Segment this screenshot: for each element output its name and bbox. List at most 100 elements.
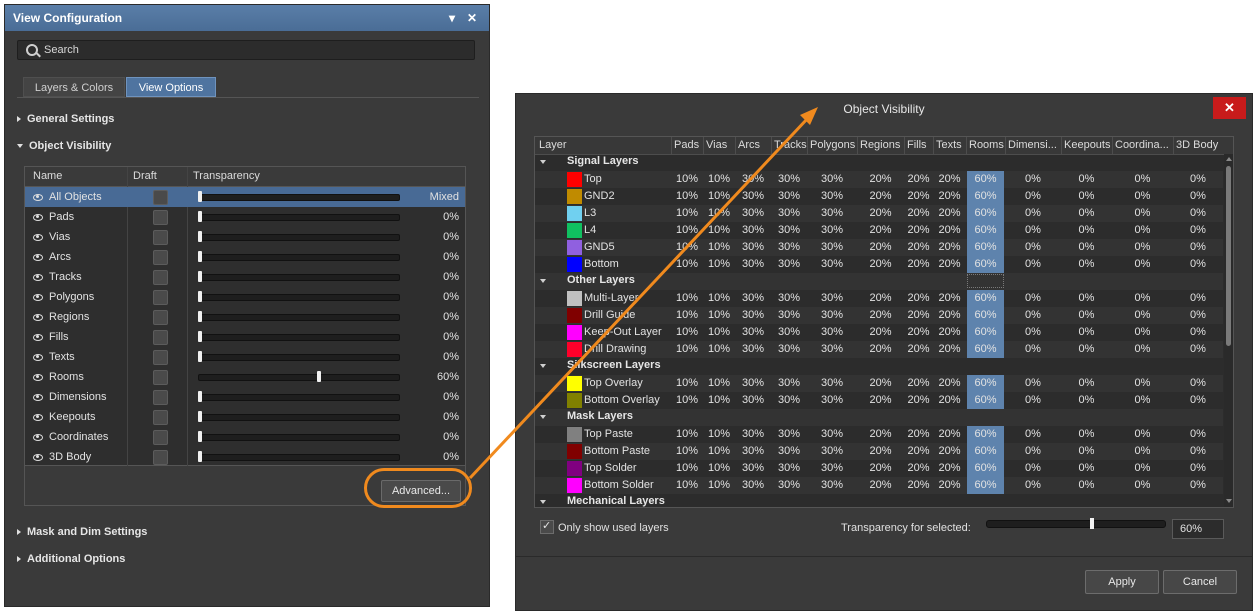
- transparency-cell[interactable]: 0%: [1061, 343, 1112, 355]
- object-row[interactable]: Dimensions 0%: [25, 387, 465, 407]
- layer-row[interactable]: Top Overlay 10% 10% 30% 30% 30% 20% 20% 20% 60% 0%…: [535, 375, 1223, 392]
- eye-icon[interactable]: [33, 414, 43, 421]
- transparency-cell[interactable]: 20%: [933, 394, 966, 406]
- layer-color-swatch[interactable]: [567, 461, 582, 476]
- layer-row[interactable]: Top Paste 10% 10% 30% 30% 30% 20% 20% 20% 60% 0% 0%…: [535, 426, 1223, 443]
- transparency-cell[interactable]: 30%: [771, 445, 807, 457]
- layer-group-row[interactable]: Mask Layers: [535, 409, 1223, 426]
- transparency-cell[interactable]: 0%: [1005, 309, 1061, 321]
- layer-color-swatch[interactable]: [567, 376, 582, 391]
- layer-row[interactable]: Multi-Layer 10% 10% 30% 30% 30% 20% 20% 20% 60% 0%…: [535, 290, 1223, 307]
- transparency-cell[interactable]: 30%: [735, 241, 771, 253]
- transparency-cell[interactable]: 30%: [807, 309, 857, 321]
- transparency-cell[interactable]: 60%: [966, 224, 1005, 236]
- layer-color-swatch[interactable]: [567, 240, 582, 255]
- transparency-cell[interactable]: 60%: [966, 377, 1005, 389]
- transparency-cell[interactable]: 30%: [807, 462, 857, 474]
- transparency-slider[interactable]: [198, 354, 400, 361]
- transparency-cell[interactable]: 0%: [1005, 292, 1061, 304]
- collapse-arrow-icon[interactable]: [540, 415, 546, 419]
- object-row[interactable]: Regions 0%: [25, 307, 465, 327]
- layer-color-swatch[interactable]: [567, 478, 582, 493]
- transparency-cell[interactable]: 0%: [1061, 241, 1112, 253]
- transparency-cell[interactable]: 10%: [671, 394, 703, 406]
- column-header[interactable]: Tracks: [774, 139, 807, 151]
- collapse-arrow-icon[interactable]: [540, 364, 546, 368]
- transparency-cell[interactable]: 30%: [735, 258, 771, 270]
- object-row[interactable]: Pads 0%: [25, 207, 465, 227]
- transparency-slider[interactable]: [198, 214, 400, 221]
- transparency-cell[interactable]: 0%: [1005, 326, 1061, 338]
- layer-row[interactable]: GND2 10% 10% 30% 30% 30% 20% 20% 20% 60% 0% 0% 0% 0%: [535, 188, 1223, 205]
- transparency-cell[interactable]: 0%: [1173, 224, 1223, 236]
- transparency-cell[interactable]: 20%: [857, 292, 904, 304]
- panel-menu-icon[interactable]: ▾: [449, 5, 455, 31]
- layer-color-swatch[interactable]: [567, 427, 582, 442]
- transparency-cell[interactable]: 20%: [857, 258, 904, 270]
- object-row[interactable]: Arcs 0%: [25, 247, 465, 267]
- transparency-cell[interactable]: 10%: [671, 309, 703, 321]
- layer-row[interactable]: L4 10% 10% 30% 30% 30% 20% 20% 20% 60% 0% 0% 0% 0%: [535, 222, 1223, 239]
- transparency-slider[interactable]: [198, 414, 400, 421]
- layer-row[interactable]: Bottom 10% 10% 30% 30% 30% 20% 20% 20% 60% 0% 0% 0% 0…: [535, 256, 1223, 273]
- transparency-cell[interactable]: 0%: [1112, 292, 1173, 304]
- transparency-cell[interactable]: 20%: [933, 377, 966, 389]
- section-object-visibility[interactable]: Object Visibility: [17, 140, 111, 152]
- transparency-cell[interactable]: 30%: [771, 309, 807, 321]
- layer-row[interactable]: Bottom Overlay 10% 10% 30% 30% 30% 20% 20% 20% 60…: [535, 392, 1223, 409]
- transparency-cell[interactable]: 30%: [735, 377, 771, 389]
- transparency-cell[interactable]: 30%: [807, 377, 857, 389]
- transparency-cell[interactable]: 0%: [1061, 258, 1112, 270]
- transparency-cell[interactable]: 10%: [703, 241, 735, 253]
- draft-checkbox[interactable]: [153, 310, 168, 325]
- transparency-cell[interactable]: 20%: [933, 173, 966, 185]
- transparency-cell[interactable]: 10%: [703, 377, 735, 389]
- column-header[interactable]: Vias: [706, 139, 727, 151]
- transparency-slider-knob[interactable]: [198, 431, 202, 442]
- only-show-used-layers-checkbox[interactable]: Only show used layers: [540, 519, 669, 535]
- transparency-cell[interactable]: 0%: [1173, 394, 1223, 406]
- object-row[interactable]: 3D Body 0%: [25, 447, 465, 467]
- transparency-cell[interactable]: 0%: [1005, 479, 1061, 491]
- transparency-slider-knob[interactable]: [198, 451, 202, 462]
- transparency-cell[interactable]: 20%: [857, 224, 904, 236]
- transparency-slider[interactable]: [198, 334, 400, 341]
- transparency-cell[interactable]: 60%: [966, 394, 1005, 406]
- draft-checkbox[interactable]: [153, 210, 168, 225]
- layer-row[interactable]: Top Solder 10% 10% 30% 30% 30% 20% 20% 20% 60% 0% 0…: [535, 460, 1223, 477]
- layer-row[interactable]: Keep-Out Layer 10% 10% 30% 30% 30% 20% 20% 20% 60…: [535, 324, 1223, 341]
- transparency-cell[interactable]: 20%: [857, 343, 904, 355]
- transparency-cell[interactable]: 30%: [735, 190, 771, 202]
- transparency-cell[interactable]: 60%: [966, 190, 1005, 202]
- transparency-cell[interactable]: 0%: [1112, 479, 1173, 491]
- transparency-cell[interactable]: 0%: [1173, 343, 1223, 355]
- checkbox-checked-icon[interactable]: [540, 519, 554, 534]
- transparency-cell[interactable]: 30%: [735, 309, 771, 321]
- layer-color-swatch[interactable]: [567, 257, 582, 272]
- transparency-cell[interactable]: 30%: [771, 190, 807, 202]
- draft-checkbox[interactable]: [153, 290, 168, 305]
- transparency-cell[interactable]: 20%: [933, 428, 966, 440]
- transparency-cell[interactable]: 0%: [1061, 190, 1112, 202]
- transparency-cell[interactable]: 0%: [1005, 258, 1061, 270]
- transparency-cell[interactable]: 0%: [1005, 343, 1061, 355]
- transparency-cell[interactable]: 30%: [735, 394, 771, 406]
- eye-icon[interactable]: [33, 354, 43, 361]
- transparency-cell[interactable]: 20%: [857, 190, 904, 202]
- draft-checkbox[interactable]: [153, 390, 168, 405]
- transparency-cell[interactable]: 0%: [1112, 258, 1173, 270]
- column-header[interactable]: Texts: [936, 139, 962, 151]
- draft-checkbox[interactable]: [153, 250, 168, 265]
- transparency-slider[interactable]: [198, 394, 400, 401]
- transparency-cell[interactable]: 0%: [1005, 428, 1061, 440]
- draft-checkbox[interactable]: [153, 410, 168, 425]
- transparency-cell[interactable]: 0%: [1173, 190, 1223, 202]
- transparency-cell[interactable]: 20%: [857, 241, 904, 253]
- collapse-arrow-icon[interactable]: [540, 500, 546, 504]
- transparency-cell[interactable]: 20%: [857, 428, 904, 440]
- object-row[interactable]: Coordinates 0%: [25, 427, 465, 447]
- section-general-settings[interactable]: General Settings: [17, 113, 114, 125]
- tab-layers-colors[interactable]: Layers & Colors: [23, 77, 125, 97]
- transparency-cell[interactable]: 10%: [703, 428, 735, 440]
- eye-icon[interactable]: [33, 214, 43, 221]
